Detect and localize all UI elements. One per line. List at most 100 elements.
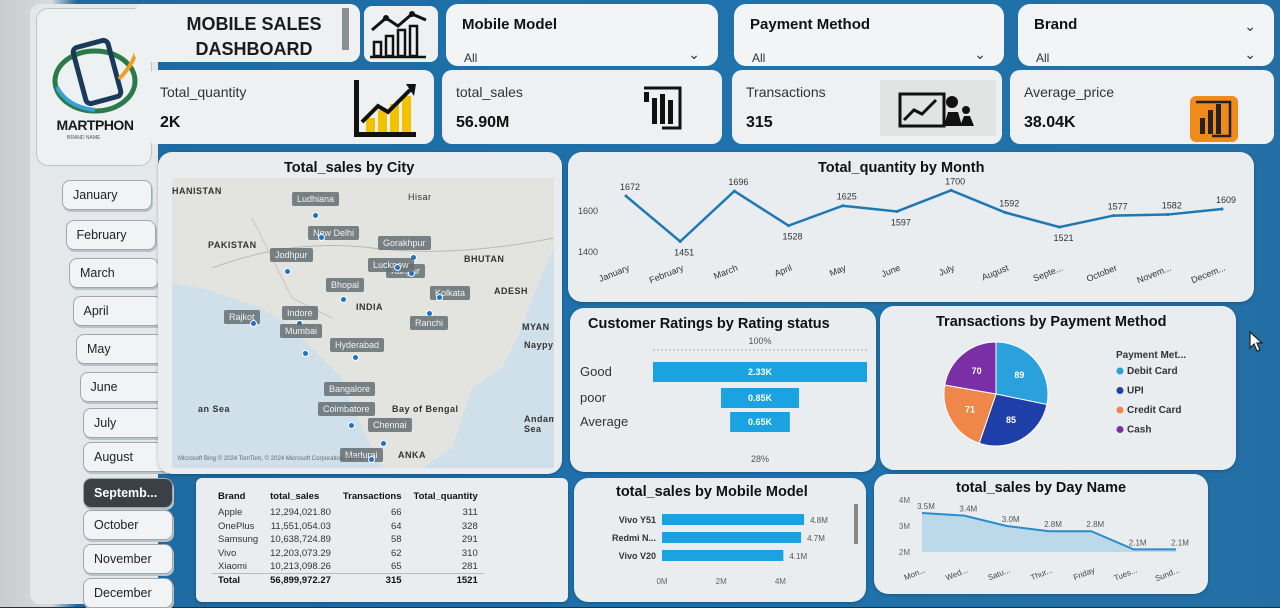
city-sales-bubble[interactable] <box>394 264 401 271</box>
month-button[interactable]: March <box>69 258 159 288</box>
city-sales-bubble[interactable] <box>250 320 257 327</box>
bar <box>662 550 784 561</box>
city-sales-bubble[interactable] <box>348 422 355 429</box>
table-header[interactable]: Transactions <box>337 486 408 506</box>
city-sales-bubble[interactable] <box>436 294 443 301</box>
table-cell: 62 <box>390 547 402 559</box>
chevron-down-icon[interactable]: ⌄ <box>1244 46 1256 63</box>
table-row[interactable]: Vivo 12,203,073.29 62 310 <box>212 547 484 561</box>
data-point <box>895 209 899 213</box>
city-sales-bubble[interactable] <box>318 234 325 241</box>
bar-value-label: 4.8M <box>810 516 828 525</box>
table-cell: Apple <box>218 507 243 519</box>
quantity-by-month-chart[interactable]: 1400 1600 1672 1451 1696 1528 1625 1597 1700 1592… <box>568 152 1254 302</box>
city-label[interactable]: Chennai <box>368 418 412 432</box>
filter-value[interactable]: All <box>464 51 477 65</box>
city-label[interactable]: Ludhiana <box>292 192 340 206</box>
logo-subtext: BRAND NAME <box>67 135 101 141</box>
brand-table: Brand total_sales Transactions Total_quanti… <box>212 486 484 587</box>
legend-marker <box>1116 367 1124 375</box>
city-label[interactable]: Mumbai <box>280 324 323 338</box>
legend-marker <box>1116 387 1124 394</box>
funnel-category-label: Good <box>580 364 612 379</box>
city-sales-bubble[interactable] <box>302 350 309 357</box>
city-sales-bubble[interactable] <box>340 296 347 303</box>
city-sales-bubble[interactable] <box>352 354 359 361</box>
table-row[interactable]: Samsung 10,638,724.89 58 291 <box>212 533 484 547</box>
month-button[interactable]: December <box>83 578 173 608</box>
filter-mobile-model[interactable]: Mobile Model All ⌄ <box>446 4 718 66</box>
funnel-bar-label: 0.85K <box>748 393 773 403</box>
chevron-down-icon[interactable]: ⌄ <box>974 46 986 63</box>
filter-brand[interactable]: Brand All ⌄ ⌄ <box>1018 4 1274 66</box>
city-label[interactable]: Lucknow <box>368 258 414 272</box>
chevron-down-icon[interactable]: ⌄ <box>1244 18 1256 35</box>
month-button[interactable]: February <box>65 220 156 250</box>
table-cell: 10,213,098.26 <box>270 561 331 572</box>
table-row[interactable]: OnePlus 11,551,054.03 64 328 <box>212 520 484 534</box>
table-cell: Xiaomi <box>218 561 248 572</box>
map-title: Total_sales by City <box>284 160 415 176</box>
data-label: 2.1M <box>1129 538 1147 547</box>
funnel-bottom-label: 28% <box>751 454 769 464</box>
table-row[interactable]: Xiaomi 10,213,098.26 65 281 <box>212 560 484 574</box>
city-label[interactable]: Bhopal <box>326 278 365 292</box>
table-cell: 58 <box>390 534 402 546</box>
city-label[interactable]: Coimbatore <box>318 402 375 416</box>
city-label[interactable]: Gorakhpur <box>378 236 431 250</box>
day-panel: total_sales by Day Name 2M 3M 4M 3.5M Mon...… <box>874 474 1208 594</box>
city-label[interactable]: Hyderabad <box>330 338 385 352</box>
pie-slice-label: 85 <box>1006 415 1016 425</box>
city-label[interactable]: Ranchi <box>410 316 449 330</box>
x-tick-label: June <box>880 263 902 280</box>
month-button[interactable]: Septemb... <box>83 478 173 508</box>
city-sales-bubble[interactable] <box>368 456 375 463</box>
city-sales-bubble[interactable] <box>284 268 291 275</box>
chevron-down-icon[interactable]: ⌄ <box>688 46 700 63</box>
pie-slice-label: 71 <box>965 404 975 414</box>
payment-pie-chart[interactable]: 89 85 71 70 Payment Met... Debit Card UPI Credi… <box>880 306 1236 470</box>
month-button[interactable]: January <box>62 180 152 210</box>
table-cell: Samsung <box>218 534 259 546</box>
ratings-funnel-chart[interactable]: 100% 2.33K Good 0.85K poor 0.65K Average 28% <box>570 308 876 472</box>
legend-title: Payment Met... <box>1116 350 1186 361</box>
filter-value[interactable]: All <box>1036 51 1049 65</box>
line-chart-panel: Total_quantity by Month 1400 1600 1672 1451… <box>568 152 1254 302</box>
table-header[interactable]: Brand <box>212 486 264 506</box>
city-sales-bubble[interactable] <box>380 440 387 447</box>
growth-chart-icon <box>354 80 416 137</box>
city-label[interactable]: Indore <box>282 306 318 320</box>
table-total-cell: 315 <box>336 573 408 587</box>
table-row[interactable]: Apple 12,294,021.80 66 311 <box>212 506 484 520</box>
table-header[interactable]: total_sales <box>264 486 337 506</box>
kpi-value: 38.04K <box>1024 114 1076 131</box>
kpi-label: Total_quantity <box>160 84 247 100</box>
kpi-transactions: Transactions 315 <box>732 70 1002 144</box>
kpi-value: 315 <box>746 114 773 131</box>
month-button[interactable]: April <box>72 296 163 326</box>
filter-label: Brand <box>1034 16 1078 33</box>
table-cell: 64 <box>390 520 402 532</box>
city-label[interactable]: Jodhpur <box>270 248 313 262</box>
filter-value[interactable]: All <box>752 51 765 65</box>
table-cell: Vivo <box>218 547 237 559</box>
sales-by-model-chart[interactable]: Vivo Y51 4.8M Redmi N... 4.7M Vivo V20 4.1M 0M… <box>574 478 866 602</box>
map-region-label: MYAN <box>522 322 550 332</box>
city-sales-bubble[interactable] <box>312 212 319 219</box>
legend-item: Cash <box>1127 425 1151 436</box>
sales-by-day-chart[interactable]: 2M 3M 4M 3.5M Mon... 3.4M Wed... 3.0M Satu... 2.8… <box>874 474 1208 594</box>
table-total-cell: 1521 <box>407 573 484 587</box>
city-sales-map[interactable]: HANISTAN PAKISTAN INDIA BHUTAN ADESH MYAN Nayp… <box>172 178 554 468</box>
bar-category-label: Vivo V20 <box>619 551 656 561</box>
table-total-cell: 56,899,972.27 <box>264 573 337 587</box>
month-button[interactable]: June <box>79 372 170 402</box>
map-region-label: INDIA <box>356 302 383 312</box>
city-label[interactable]: Bangalore <box>324 382 376 396</box>
filter-payment-method[interactable]: Payment Method All ⌄ <box>734 4 1004 66</box>
y-tick-label: 4M <box>899 496 910 505</box>
month-button[interactable]: May <box>76 334 166 364</box>
month-button[interactable]: November <box>83 544 173 574</box>
city-label[interactable]: New Delhi <box>308 226 360 240</box>
table-header[interactable]: Total_quantity <box>408 486 484 506</box>
month-button[interactable]: October <box>83 510 173 540</box>
